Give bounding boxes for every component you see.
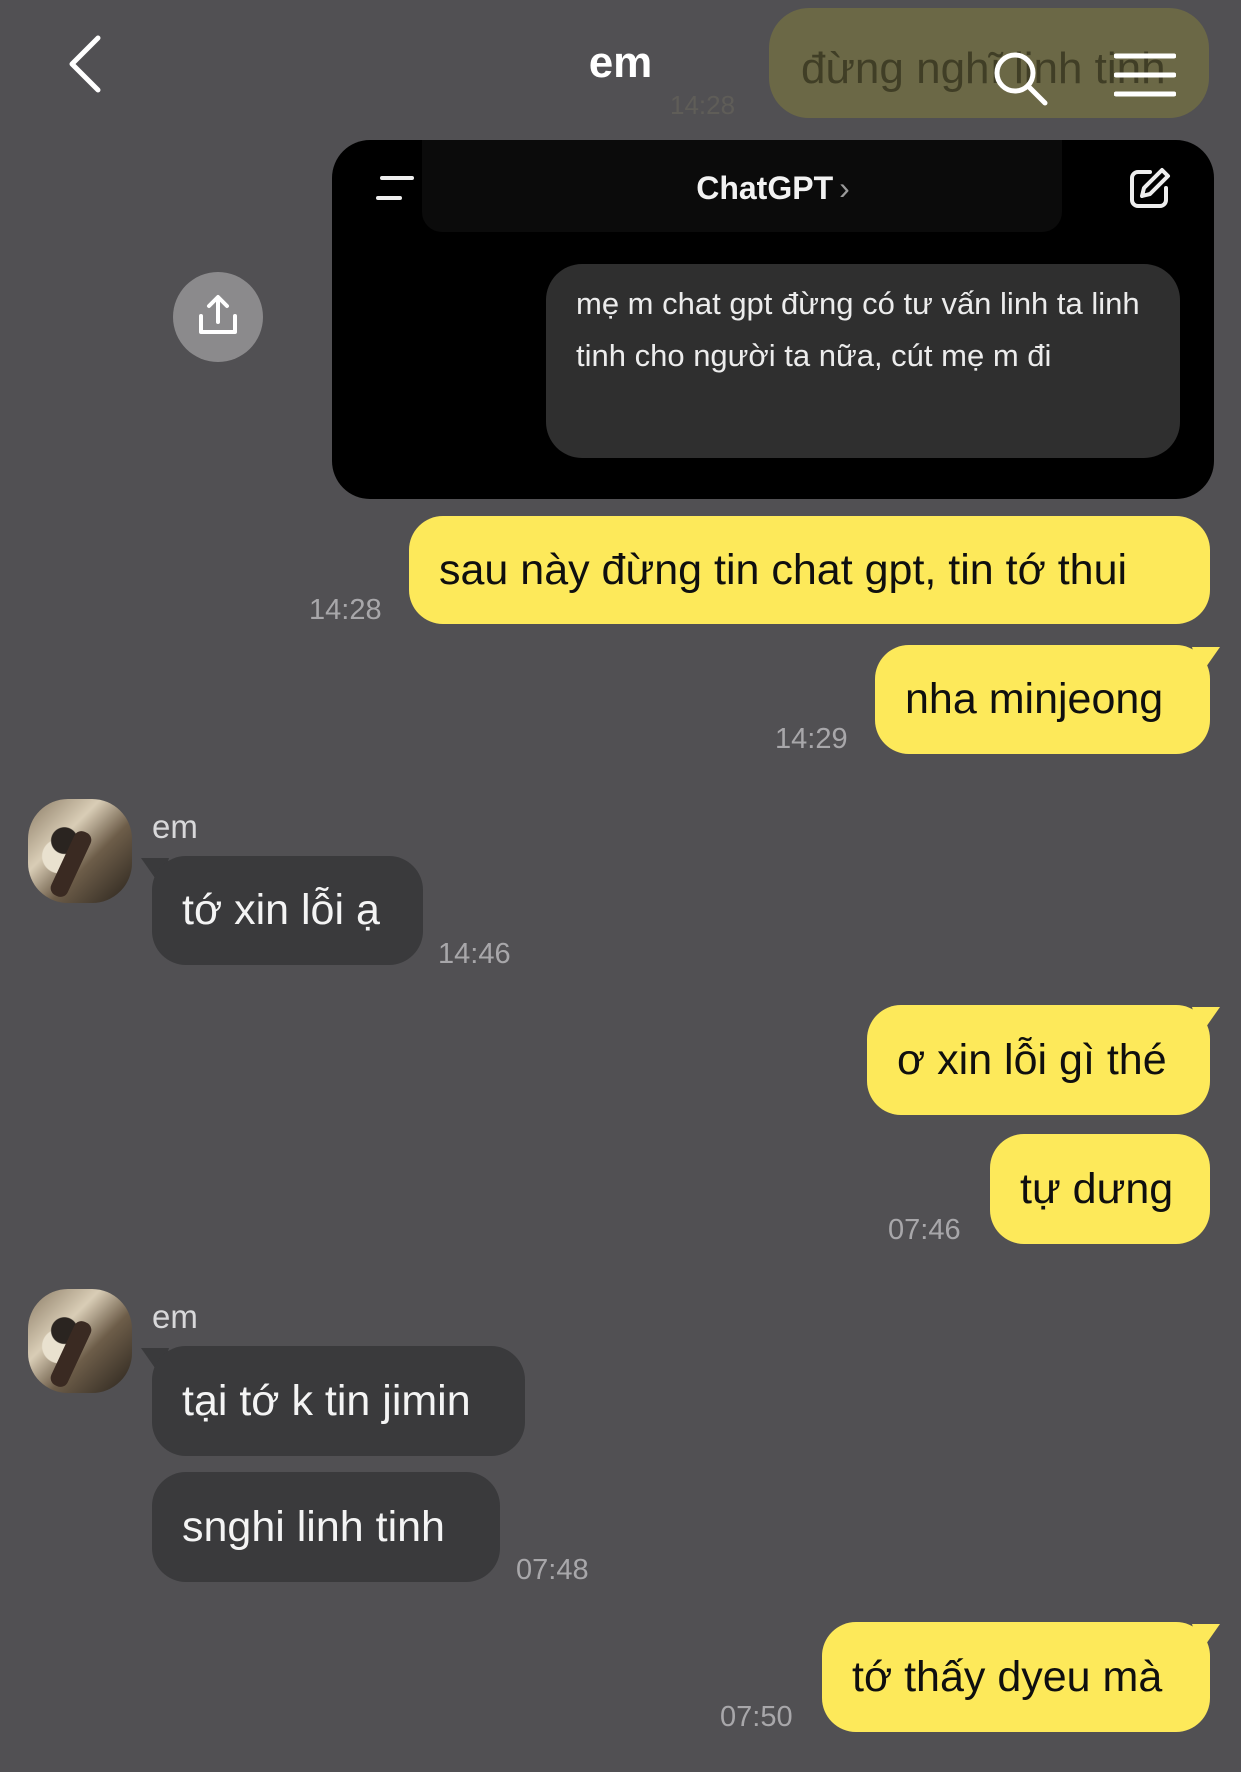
chat-title: em xyxy=(588,38,653,87)
message-text: tại tớ k tin jimin xyxy=(182,1376,471,1425)
share-icon xyxy=(195,292,241,343)
incoming-message[interactable]: tớ xin lỗi ạ xyxy=(152,856,423,965)
outgoing-message[interactable]: sau này đừng tin chat gpt, tin tớ thui xyxy=(409,516,1210,624)
sender-name: em xyxy=(152,808,198,845)
message-text: nha minjeong xyxy=(905,675,1164,723)
message-time: 14:28 xyxy=(309,594,382,626)
message-time: 14:29 xyxy=(775,723,848,755)
search-icon[interactable] xyxy=(992,50,1050,108)
edit-icon xyxy=(1128,166,1172,215)
previous-message-time: 14:28 xyxy=(670,90,736,120)
message-time: 07:48 xyxy=(516,1554,589,1586)
share-button[interactable] xyxy=(173,272,263,362)
message-text: ơ xin lỗi gì thé xyxy=(897,1035,1167,1084)
incoming-message[interactable]: tại tớ k tin jimin xyxy=(152,1346,525,1456)
message-text: tớ xin lỗi ạ xyxy=(182,886,380,934)
message-text: sau này đừng tin chat gpt, tin tớ thui xyxy=(439,545,1128,594)
outgoing-message[interactable]: tớ thấy dyeu mà xyxy=(822,1622,1210,1732)
menu-icon[interactable] xyxy=(1114,52,1176,98)
message-time: 07:50 xyxy=(720,1701,793,1733)
outgoing-message[interactable]: ơ xin lỗi gì thé xyxy=(867,1005,1210,1115)
chevron-right-icon: › xyxy=(839,170,850,206)
message-text: tự dưng xyxy=(1020,1164,1174,1213)
outgoing-message[interactable]: tự dưng xyxy=(990,1134,1210,1244)
outgoing-message[interactable]: nha minjeong xyxy=(875,645,1210,754)
shared-screenshot[interactable]: ChatGPT › mẹ m chat gpt đừng có tư vấn li… xyxy=(332,140,1214,499)
avatar[interactable] xyxy=(28,1289,132,1393)
avatar[interactable] xyxy=(28,799,132,903)
app-title-text: ChatGPT xyxy=(696,170,834,206)
message-time: 07:46 xyxy=(888,1214,961,1246)
screenshot-app-title: ChatGPT › xyxy=(332,170,1214,207)
sender-name: em xyxy=(152,1298,198,1335)
message-text: tớ thấy dyeu mà xyxy=(852,1652,1163,1701)
message-time: 14:46 xyxy=(438,938,511,970)
screenshot-user-message: mẹ m chat gpt đừng có tư vấn linh ta lin… xyxy=(546,264,1180,458)
message-text: snghi linh tinh xyxy=(182,1502,445,1551)
incoming-message[interactable]: snghi linh tinh xyxy=(152,1472,500,1582)
